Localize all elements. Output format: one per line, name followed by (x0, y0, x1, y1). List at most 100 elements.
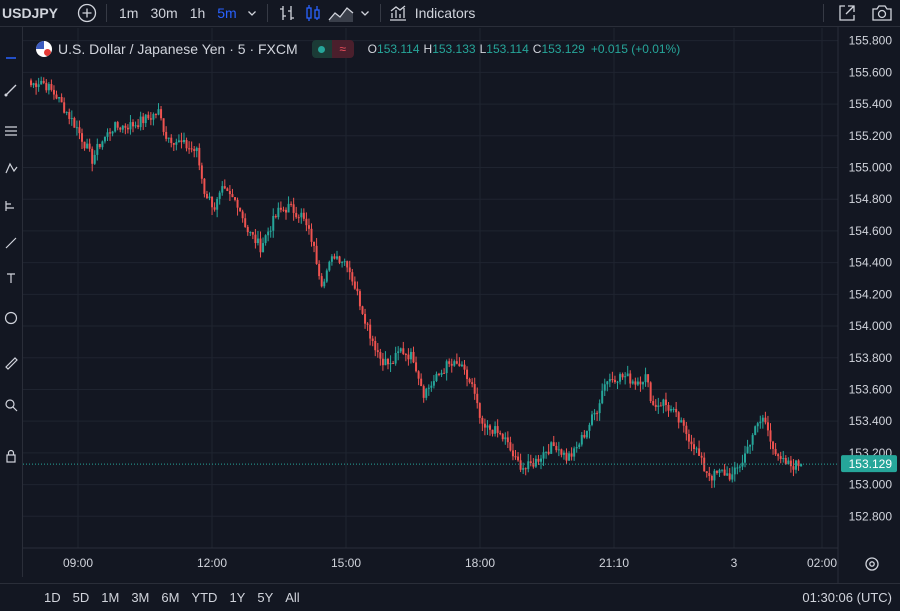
candle-body (537, 458, 540, 462)
candle-body (124, 125, 127, 128)
candle (203, 178, 206, 198)
candle-body (501, 434, 504, 440)
candle-body (185, 140, 188, 149)
candle (216, 196, 219, 218)
range-ytd[interactable]: YTD (185, 590, 223, 605)
candle (550, 441, 553, 454)
candle-body (746, 446, 749, 454)
candle-body (496, 426, 499, 433)
price-chart[interactable]: 155.800 155.600 155.400 155.200 155.000 154.8… (0, 0, 900, 610)
candle-body (180, 140, 183, 143)
candle-body (593, 412, 596, 415)
candle (591, 410, 593, 427)
candle-body (91, 148, 94, 164)
candle (300, 208, 303, 224)
candle-body (290, 203, 293, 205)
candle-body (310, 228, 313, 242)
candle-body (583, 434, 586, 438)
candle (30, 78, 32, 88)
candle-body (272, 215, 275, 231)
candle-body (466, 369, 469, 379)
price-tick-label: 153.000 (849, 478, 893, 492)
candle-body (172, 142, 175, 145)
candle (455, 353, 458, 365)
candle-body (274, 215, 277, 218)
candle (103, 136, 106, 144)
range-5y[interactable]: 5Y (251, 590, 279, 605)
ohlc-open: O153.114 (367, 42, 420, 56)
candle (45, 79, 48, 93)
range-all[interactable]: All (279, 590, 305, 605)
candle-body (318, 263, 321, 277)
candle-body (157, 109, 160, 115)
candle-body (208, 196, 211, 199)
ohlc-high: H153.133 (423, 42, 476, 56)
price-tick-label: 155.600 (849, 65, 893, 79)
candle-body (532, 463, 535, 467)
candle (231, 188, 234, 198)
candle (188, 141, 191, 154)
range-3m[interactable]: 3M (125, 590, 155, 605)
candle (784, 455, 787, 465)
candle-body (476, 393, 479, 404)
candle-body (657, 405, 660, 407)
candle-body (387, 358, 389, 365)
candle-body (40, 80, 43, 85)
candle (741, 454, 744, 471)
candle (132, 119, 134, 133)
candle (728, 468, 731, 482)
range-1m[interactable]: 1M (95, 590, 125, 605)
candle-body (489, 425, 491, 430)
candle-body (611, 379, 614, 381)
status-chip[interactable]: ≈ (311, 40, 354, 58)
candle-body (152, 114, 155, 120)
candle (65, 111, 68, 116)
candle (715, 470, 718, 475)
candle-body (154, 114, 157, 116)
candle (160, 105, 163, 121)
candle (409, 348, 412, 364)
candle-body (307, 225, 310, 229)
candle-body (654, 404, 657, 407)
candle-body (103, 136, 106, 142)
candle-body (728, 473, 731, 480)
range-1d[interactable]: 1D (38, 590, 67, 605)
candle (736, 463, 739, 475)
candle-body (705, 471, 708, 474)
candle-body (545, 451, 548, 453)
candle (60, 93, 63, 103)
range-5d[interactable]: 5D (67, 590, 96, 605)
chart-legend: U.S. Dollar / Japanese Yen · 5 · FXCM ≈ … (36, 40, 680, 58)
candle (47, 82, 50, 95)
candle (302, 208, 305, 222)
time-tick-label: 12:00 (197, 556, 227, 570)
candle-body (744, 453, 746, 463)
candle (496, 419, 499, 438)
candle (81, 128, 83, 150)
candle (154, 113, 157, 119)
candle-body (570, 453, 573, 457)
settings-gear-icon[interactable] (865, 557, 879, 571)
candle-body (782, 457, 785, 459)
candle (68, 108, 71, 125)
candle-body (667, 405, 670, 411)
candle-body (471, 382, 474, 385)
candle (766, 415, 769, 437)
ohlc-close: C153.129 (532, 42, 585, 56)
candle (769, 423, 772, 450)
chart-title[interactable]: U.S. Dollar / Japanese Yen · 5 · FXCM (58, 41, 298, 57)
utc-clock[interactable]: 01:30:06 (UTC) (802, 590, 892, 605)
candle (226, 187, 229, 192)
candle-body (392, 363, 395, 365)
candle (435, 371, 438, 383)
candle-body (371, 338, 374, 341)
candle-body (338, 256, 341, 263)
range-6m[interactable]: 6M (155, 590, 185, 605)
candle (797, 459, 800, 471)
candle-body (789, 460, 792, 467)
candle-body (279, 207, 282, 210)
candle-body (468, 378, 471, 383)
candle (320, 273, 323, 288)
range-1y[interactable]: 1Y (223, 590, 251, 605)
candle (542, 446, 545, 466)
